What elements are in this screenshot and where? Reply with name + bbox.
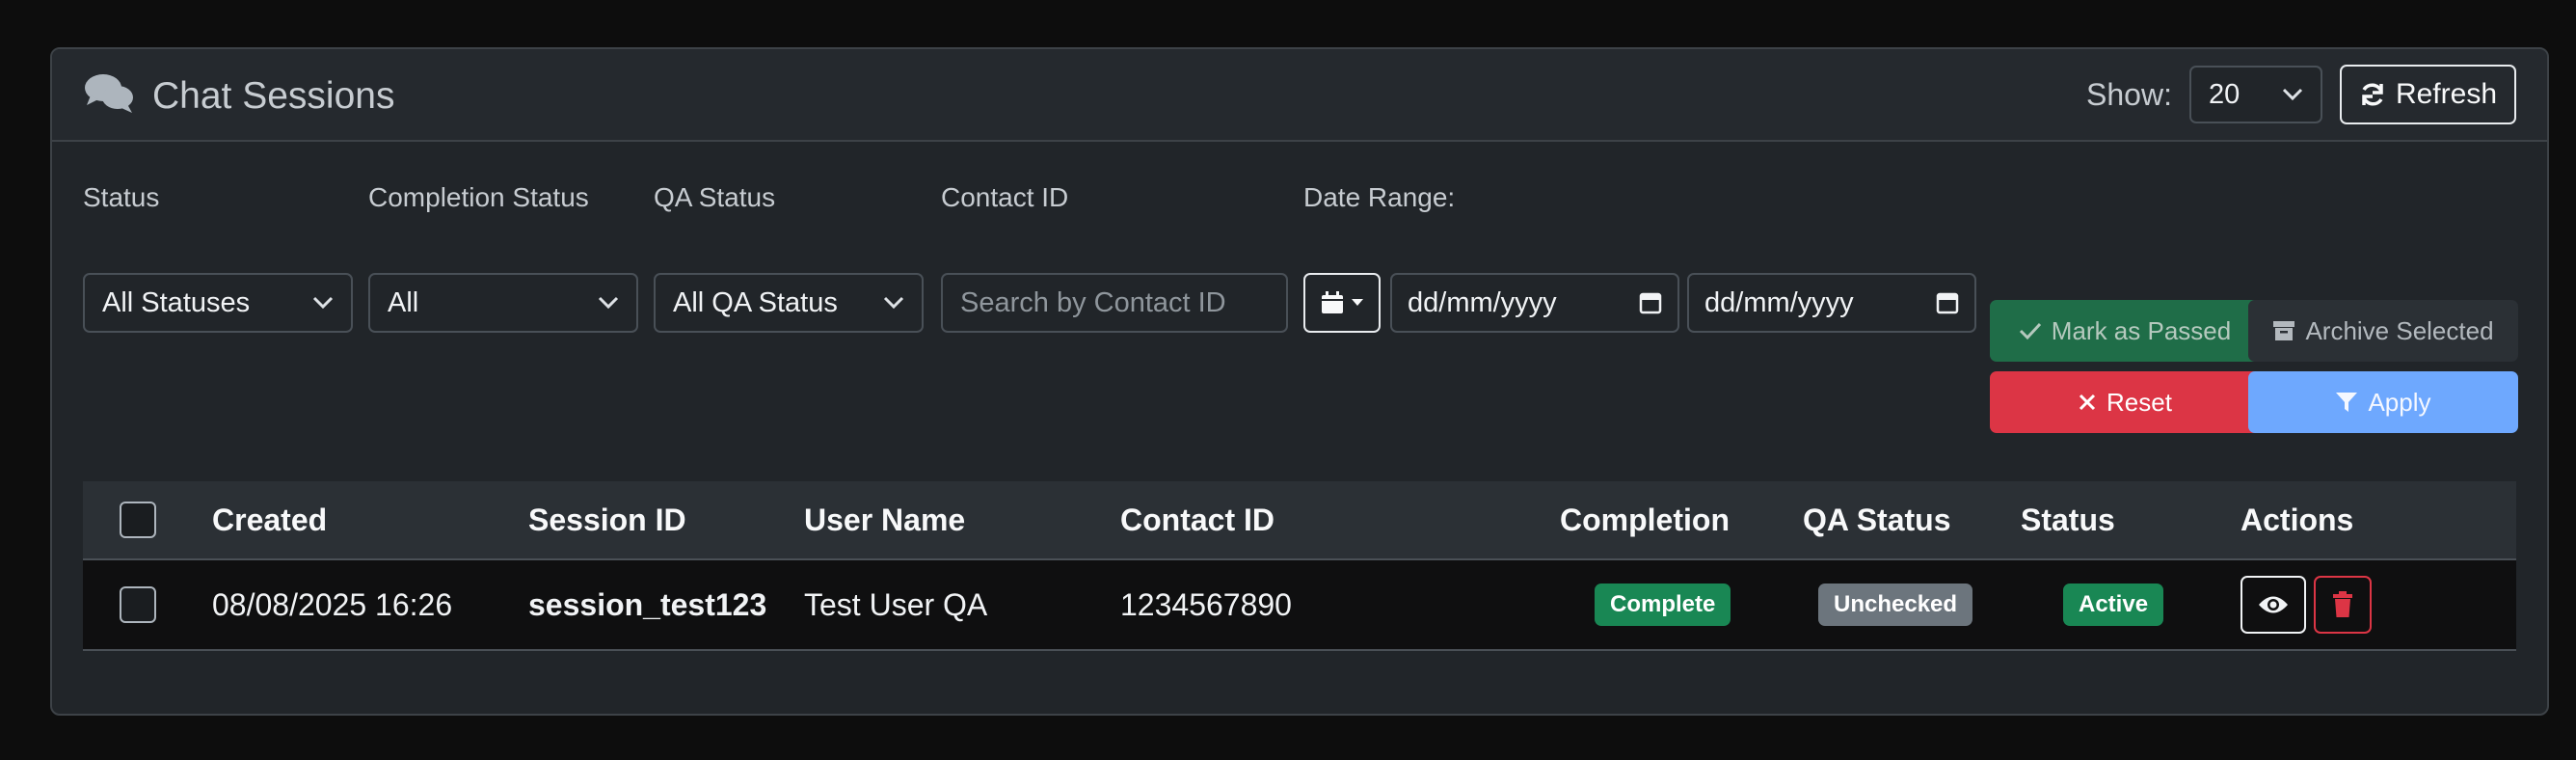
filter-icon (2336, 393, 2358, 412)
title-wrap: Chat Sessions (83, 72, 394, 120)
calendar-icon[interactable] (1936, 290, 1959, 315)
view-button[interactable] (2241, 576, 2306, 634)
apply-button[interactable]: Apply (2248, 371, 2518, 433)
chevron-down-icon (883, 296, 904, 310)
col-user-name[interactable]: User Name (804, 481, 965, 558)
chevron-down-icon (598, 296, 619, 310)
contact-id-placeholder: Search by Contact ID (960, 286, 1226, 318)
status-badge: Active (2063, 584, 2164, 626)
date-to-input[interactable]: dd/mm/yyyy (1687, 273, 1976, 333)
completion-cell: Complete (1595, 560, 1731, 649)
qa-filter-label: QA Status (654, 182, 776, 212)
apply-label: Apply (2368, 387, 2431, 417)
completion-filter-select[interactable]: All (368, 273, 638, 333)
date-from-value: dd/mm/yyyy (1408, 286, 1557, 318)
date-range-label: Date Range: (1303, 182, 1456, 212)
archive-icon (2273, 321, 2295, 340)
select-all-checkbox[interactable] (120, 502, 156, 538)
chevron-down-icon (2282, 88, 2303, 101)
date-to-value: dd/mm/yyyy (1704, 286, 1854, 318)
status-cell: Active (2063, 560, 2164, 649)
session-id-cell: session_test123 (528, 586, 767, 622)
mark-passed-button[interactable]: Mark as Passed (1990, 300, 2260, 362)
chat-bubbles-icon (83, 72, 135, 120)
qa-filter-value: All QA Status (673, 286, 838, 318)
calendar-icon (1322, 291, 1343, 313)
date-from-input[interactable]: dd/mm/yyyy (1390, 273, 1679, 333)
eye-icon (2259, 596, 2288, 613)
col-created[interactable]: Created (212, 481, 327, 558)
check-icon (2019, 322, 2041, 340)
contact-id-cell: 1234567890 (1120, 586, 1292, 622)
user-name-cell: Test User QA (804, 586, 988, 622)
card-header: Chat Sessions Show: 20 Refresh (52, 49, 2547, 142)
reset-label: Reset (2106, 387, 2172, 417)
col-contact-id[interactable]: Contact ID (1120, 481, 1275, 558)
archive-selected-button[interactable]: Archive Selected (2248, 300, 2518, 362)
table-header: Created Session ID User Name Contact ID … (83, 481, 2516, 560)
calendar-icon[interactable] (1639, 290, 1662, 315)
refresh-icon (2362, 83, 2383, 106)
archive-label: Archive Selected (2305, 315, 2494, 345)
close-icon (2079, 394, 2096, 411)
col-session-id[interactable]: Session ID (528, 481, 686, 558)
delete-button[interactable] (2314, 576, 2372, 634)
show-controls: Show: 20 Refresh (2086, 65, 2516, 124)
show-label: Show: (2086, 76, 2172, 112)
col-completion[interactable]: Completion (1560, 481, 1730, 558)
refresh-button[interactable]: Refresh (2339, 65, 2516, 124)
qa-status-badge: Unchecked (1818, 584, 1973, 626)
row-select-cell (120, 560, 156, 649)
reset-button[interactable]: Reset (1990, 371, 2260, 433)
qa-status-cell: Unchecked (1818, 560, 1973, 649)
col-actions: Actions (2241, 502, 2354, 537)
row-checkbox[interactable] (120, 586, 156, 623)
caret-down-icon (1352, 299, 1363, 306)
select-all-cell (120, 481, 156, 558)
refresh-label: Refresh (2395, 78, 2497, 110)
completion-badge: Complete (1595, 584, 1731, 626)
status-filter-select[interactable]: All Statuses (83, 273, 353, 333)
col-status[interactable]: Status (2021, 481, 2115, 558)
page-size-select[interactable]: 20 (2188, 66, 2322, 123)
row-actions-cell (2241, 560, 2372, 649)
chat-sessions-card: Chat Sessions Show: 20 Refresh Status Al… (50, 47, 2549, 716)
completion-filter-label: Completion Status (368, 182, 589, 212)
trash-icon (2333, 591, 2352, 617)
completion-filter-value: All (388, 286, 419, 318)
col-qa-status[interactable]: QA Status (1803, 481, 1951, 558)
created-cell: 08/08/2025 16:26 (212, 586, 453, 622)
contact-id-input[interactable]: Search by Contact ID (941, 273, 1288, 333)
table-row[interactable]: 08/08/2025 16:26 session_test123 Test Us… (83, 560, 2516, 651)
status-filter-value: All Statuses (102, 286, 251, 318)
date-preset-dropdown[interactable] (1303, 273, 1381, 333)
mark-passed-label: Mark as Passed (2051, 315, 2232, 345)
page-size-value: 20 (2208, 78, 2241, 110)
qa-filter-select[interactable]: All QA Status (654, 273, 924, 333)
contact-filter-label: Contact ID (941, 182, 1069, 212)
chevron-down-icon (312, 296, 334, 310)
page-title: Chat Sessions (152, 74, 395, 117)
status-filter-label: Status (83, 182, 160, 212)
